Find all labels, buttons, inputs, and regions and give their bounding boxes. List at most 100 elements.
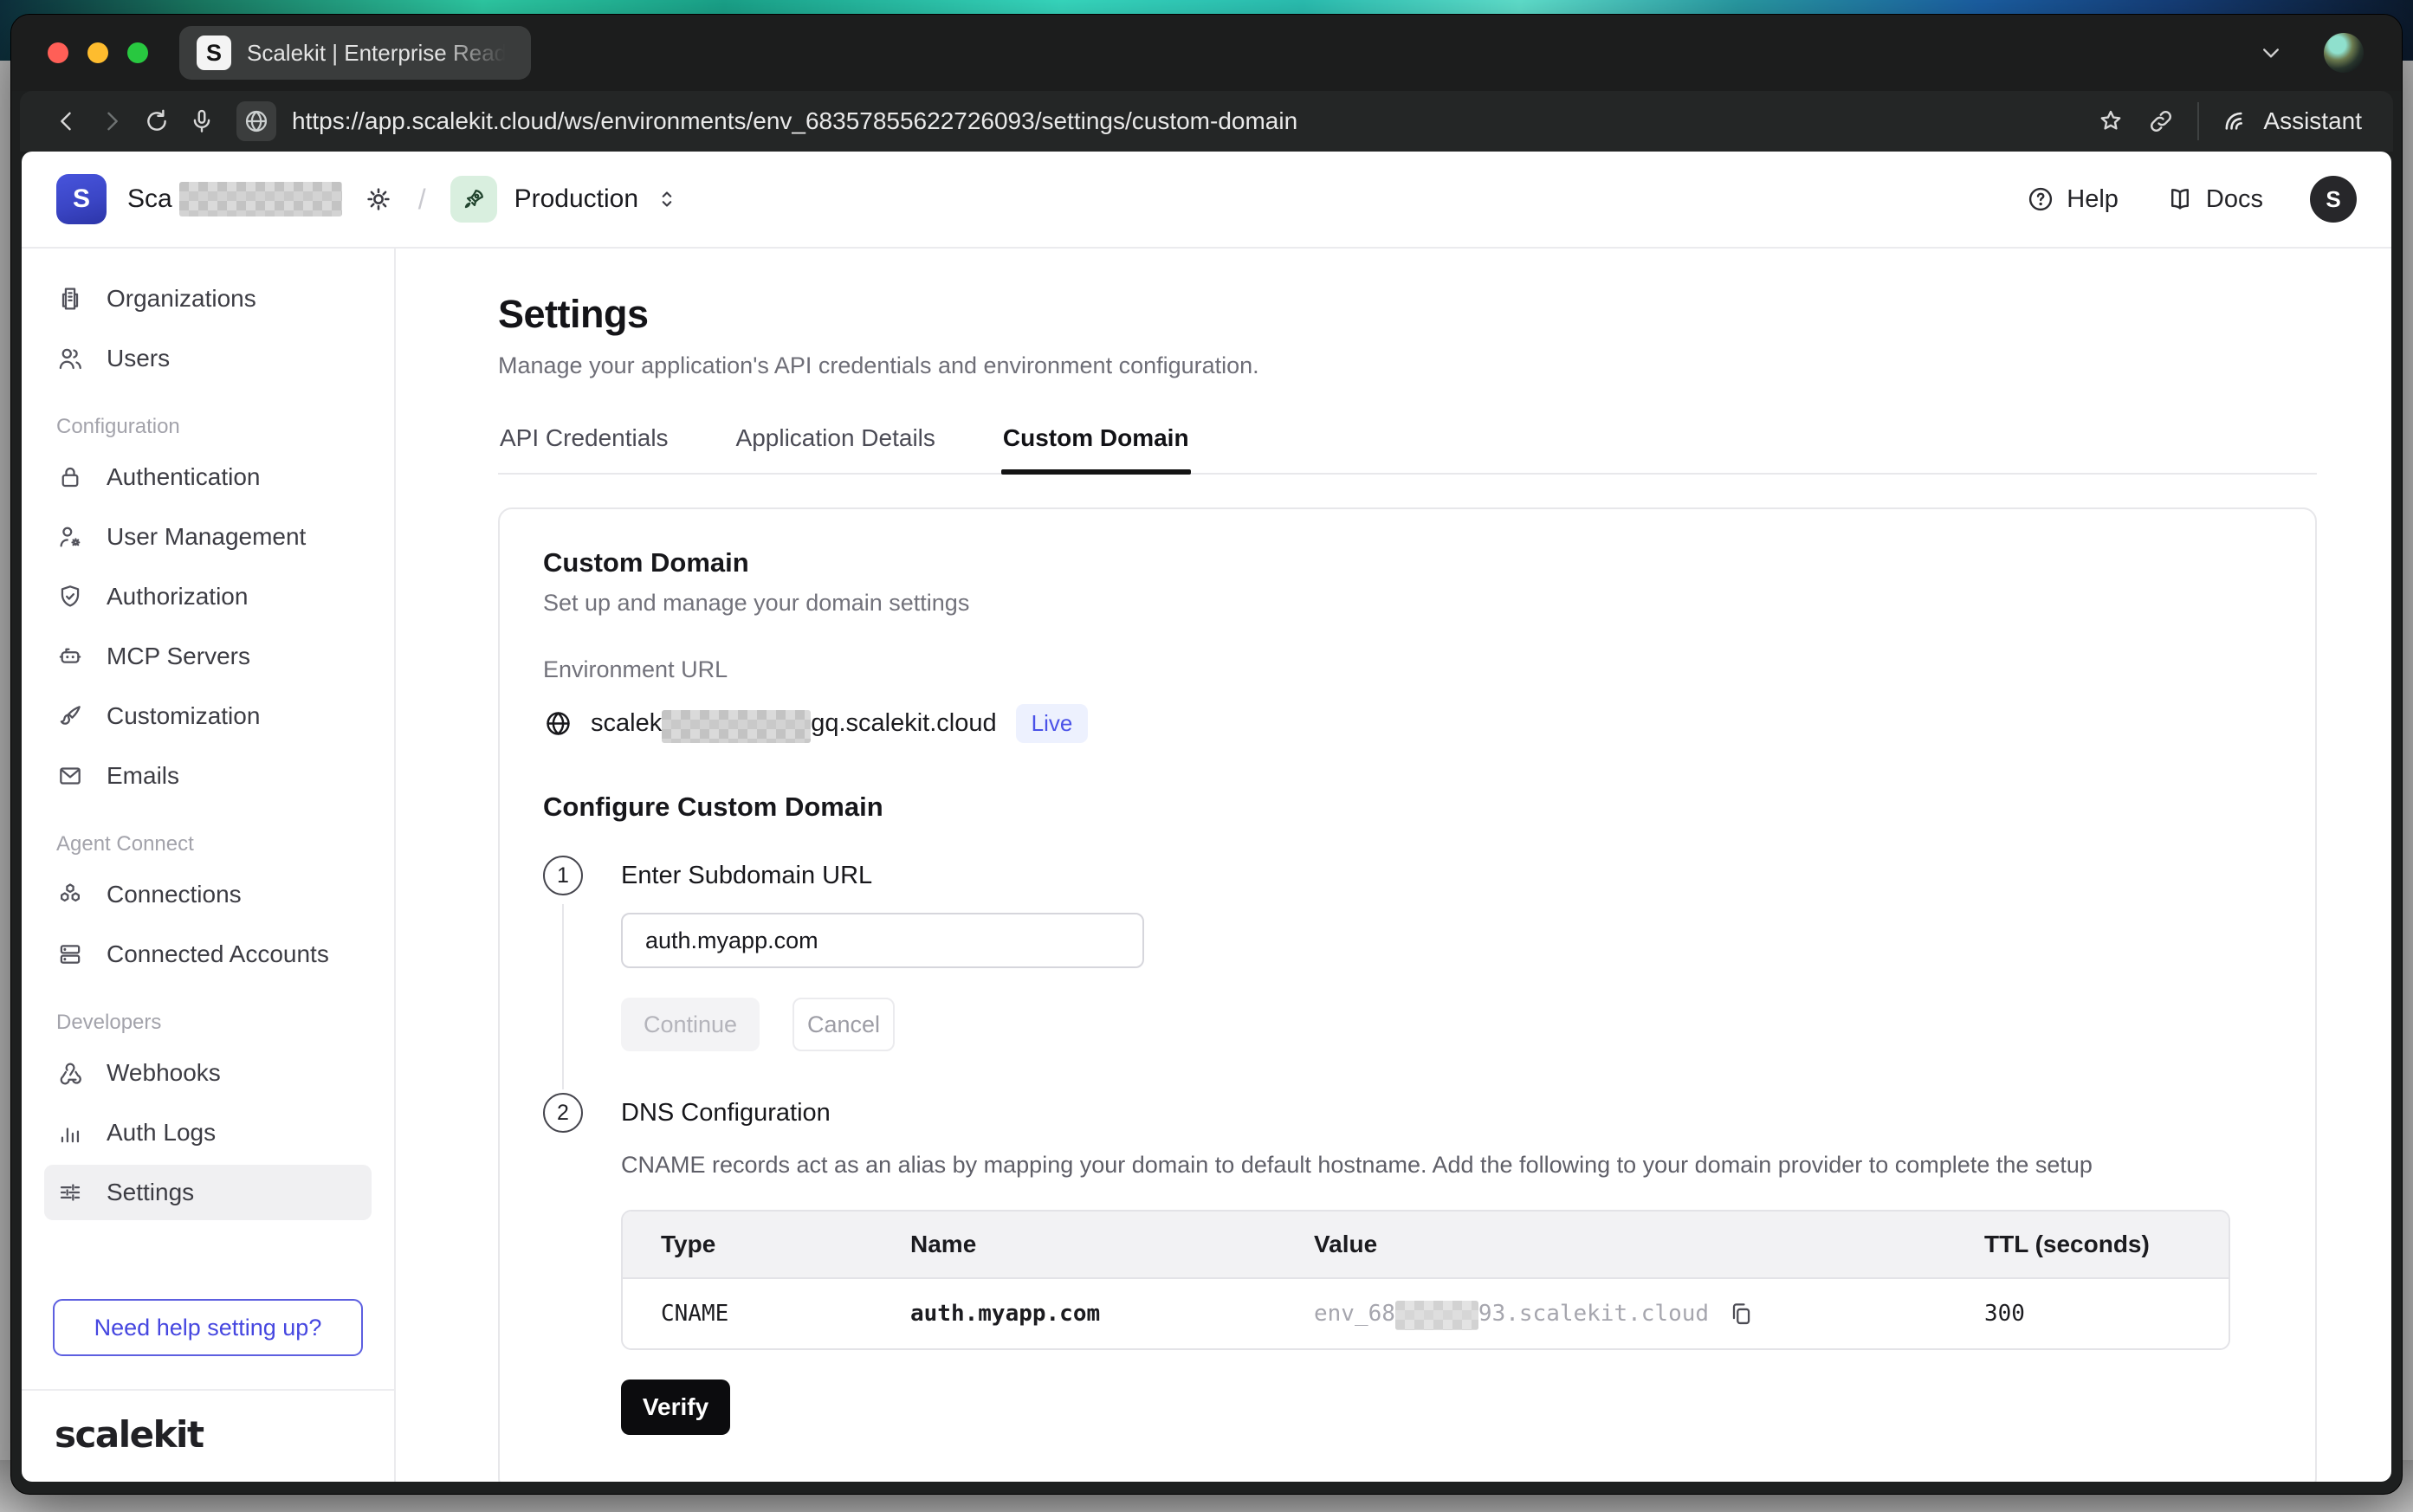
sliders-icon bbox=[56, 1179, 84, 1206]
minimize-window-button[interactable] bbox=[87, 42, 108, 63]
step-1: 1 Enter Subdomain URL Continue Cancel bbox=[543, 856, 2272, 1093]
browser-tab[interactable]: S Scalekit | Enterprise Ready A bbox=[179, 26, 531, 80]
breadcrumb-separator: / bbox=[418, 184, 426, 216]
step-connector-line bbox=[562, 904, 564, 1089]
card-subtitle: Set up and manage your domain settings bbox=[543, 590, 2272, 617]
users-icon bbox=[56, 345, 84, 372]
forward-button[interactable] bbox=[89, 99, 134, 144]
sidebar-item-settings[interactable]: Settings bbox=[44, 1165, 372, 1220]
back-icon bbox=[52, 107, 81, 136]
tab-api-credentials[interactable]: API Credentials bbox=[498, 419, 670, 473]
sidebar-item-users[interactable]: Users bbox=[44, 331, 372, 386]
tab-title: Scalekit | Enterprise Ready A bbox=[247, 40, 514, 67]
need-help-button[interactable]: Need help setting up? bbox=[53, 1299, 363, 1356]
sidebar-item-label: User Management bbox=[107, 523, 306, 551]
dns-table-row: CNAME auth.myapp.com env_68 93.scalekit.… bbox=[623, 1279, 2229, 1348]
card-title: Custom Domain bbox=[543, 547, 2272, 578]
col-value: Value bbox=[1314, 1231, 1984, 1258]
sidebar-item-customization[interactable]: Customization bbox=[44, 688, 372, 744]
sidebar-item-authorization[interactable]: Authorization bbox=[44, 569, 372, 624]
docs-label: Docs bbox=[2206, 185, 2263, 214]
globe-icon bbox=[543, 708, 573, 739]
cname-value-prefix: env_68 bbox=[1314, 1301, 1395, 1327]
help-icon bbox=[2026, 184, 2055, 214]
mail-icon bbox=[56, 762, 84, 790]
tab-list-chevron-down-icon[interactable] bbox=[2256, 38, 2286, 68]
sidebar-item-user-management[interactable]: User Management bbox=[44, 509, 372, 565]
assistant-button[interactable]: Assistant bbox=[2213, 106, 2369, 137]
configure-title: Configure Custom Domain bbox=[543, 792, 2272, 823]
sidebar-section-configuration: Configuration bbox=[44, 415, 372, 439]
reload-button[interactable] bbox=[134, 99, 179, 144]
sidebar-item-emails[interactable]: Emails bbox=[44, 748, 372, 804]
environment-switcher-chevrons-icon[interactable] bbox=[654, 186, 680, 212]
gear-icon[interactable] bbox=[363, 184, 394, 215]
voice-search-button[interactable] bbox=[179, 99, 224, 144]
copy-link-button[interactable] bbox=[2138, 99, 2183, 144]
user-avatar[interactable]: S bbox=[2310, 176, 2357, 223]
sidebar-item-authentication[interactable]: Authentication bbox=[44, 449, 372, 505]
step-2-number: 2 bbox=[543, 1093, 583, 1133]
browser-profile-avatar[interactable] bbox=[2324, 33, 2364, 73]
page-title: Settings bbox=[498, 292, 2317, 337]
brush-icon bbox=[56, 702, 84, 730]
sidebar-item-webhooks[interactable]: Webhooks bbox=[44, 1045, 372, 1101]
sidebar-item-organizations[interactable]: Organizations bbox=[44, 271, 372, 326]
subdomain-input[interactable] bbox=[621, 913, 1144, 968]
globe-icon bbox=[243, 107, 270, 135]
sidebar-item-label: Emails bbox=[107, 762, 179, 790]
workspace-name[interactable]: Sca bbox=[127, 182, 342, 216]
url-address[interactable]: https://app.scalekit.cloud/ws/environmen… bbox=[292, 107, 2083, 135]
col-name: Name bbox=[910, 1231, 1314, 1258]
environment-name: Production bbox=[514, 184, 638, 214]
back-button[interactable] bbox=[44, 99, 89, 144]
dns-records-table: Type Name Value TTL (seconds) CNAME auth… bbox=[621, 1210, 2230, 1350]
sidebar-section-developers: Developers bbox=[44, 1011, 372, 1035]
copy-value-button[interactable] bbox=[1724, 1297, 1757, 1330]
sidebar-item-label: Connections bbox=[107, 881, 242, 908]
app-header: S Sca / Production Help Docs bbox=[22, 152, 2391, 249]
step-2-title: DNS Configuration bbox=[621, 1093, 2272, 1133]
environment-url-suffix: gq.scalekit.cloud bbox=[811, 709, 996, 738]
sidebar-item-auth-logs[interactable]: Auth Logs bbox=[44, 1105, 372, 1160]
cname-value-suffix: 93.scalekit.cloud bbox=[1478, 1301, 1709, 1327]
dns-description: CNAME records act as an alias by mapping… bbox=[621, 1152, 2272, 1179]
cubes-icon bbox=[56, 881, 84, 908]
bookmark-button[interactable] bbox=[2088, 99, 2133, 144]
cancel-button[interactable]: Cancel bbox=[792, 998, 895, 1051]
sidebar-item-mcp-servers[interactable]: MCP Servers bbox=[44, 629, 372, 684]
close-window-button[interactable] bbox=[48, 42, 68, 63]
cell-type: CNAME bbox=[661, 1301, 910, 1327]
sidebar: Organizations Users Configuration Authen… bbox=[22, 249, 396, 1482]
continue-button[interactable]: Continue bbox=[621, 998, 760, 1051]
site-info-button[interactable] bbox=[236, 101, 276, 141]
cell-name: auth.myapp.com bbox=[910, 1301, 1314, 1327]
col-type: Type bbox=[661, 1231, 910, 1258]
sidebar-item-label: Connected Accounts bbox=[107, 940, 329, 968]
sidebar-item-connections[interactable]: Connections bbox=[44, 867, 372, 922]
sidebar-item-label: Organizations bbox=[107, 285, 256, 313]
tab-application-details[interactable]: Application Details bbox=[734, 419, 937, 473]
rows-icon bbox=[56, 940, 84, 968]
webhook-icon bbox=[56, 1059, 84, 1087]
browser-titlebar: S Scalekit | Enterprise Ready A bbox=[11, 15, 2402, 91]
sidebar-item-label: Settings bbox=[107, 1179, 194, 1206]
app-viewport: S Sca / Production Help Docs bbox=[22, 152, 2391, 1482]
workspace-name-redacted bbox=[179, 182, 342, 216]
environment-url-row: scalek gq.scalekit.cloud Live bbox=[543, 704, 2272, 743]
environment-badge bbox=[450, 176, 497, 223]
microphone-icon bbox=[187, 107, 217, 136]
cell-ttl: 300 bbox=[1984, 1301, 2190, 1327]
step-2: 2 DNS Configuration CNAME records act as… bbox=[543, 1093, 2272, 1435]
sidebar-item-connected-accounts[interactable]: Connected Accounts bbox=[44, 927, 372, 982]
tab-custom-domain[interactable]: Custom Domain bbox=[1001, 419, 1191, 473]
sidebar-item-label: Auth Logs bbox=[107, 1119, 216, 1147]
custom-domain-card: Custom Domain Set up and manage your dom… bbox=[498, 507, 2317, 1482]
workspace-logo: S bbox=[56, 174, 107, 224]
help-label: Help bbox=[2067, 185, 2119, 214]
verify-button[interactable]: Verify bbox=[621, 1380, 730, 1435]
environment-url-prefix: scalek bbox=[591, 709, 662, 738]
docs-button[interactable]: Docs bbox=[2165, 184, 2263, 214]
help-button[interactable]: Help bbox=[2026, 184, 2119, 214]
maximize-window-button[interactable] bbox=[127, 42, 148, 63]
